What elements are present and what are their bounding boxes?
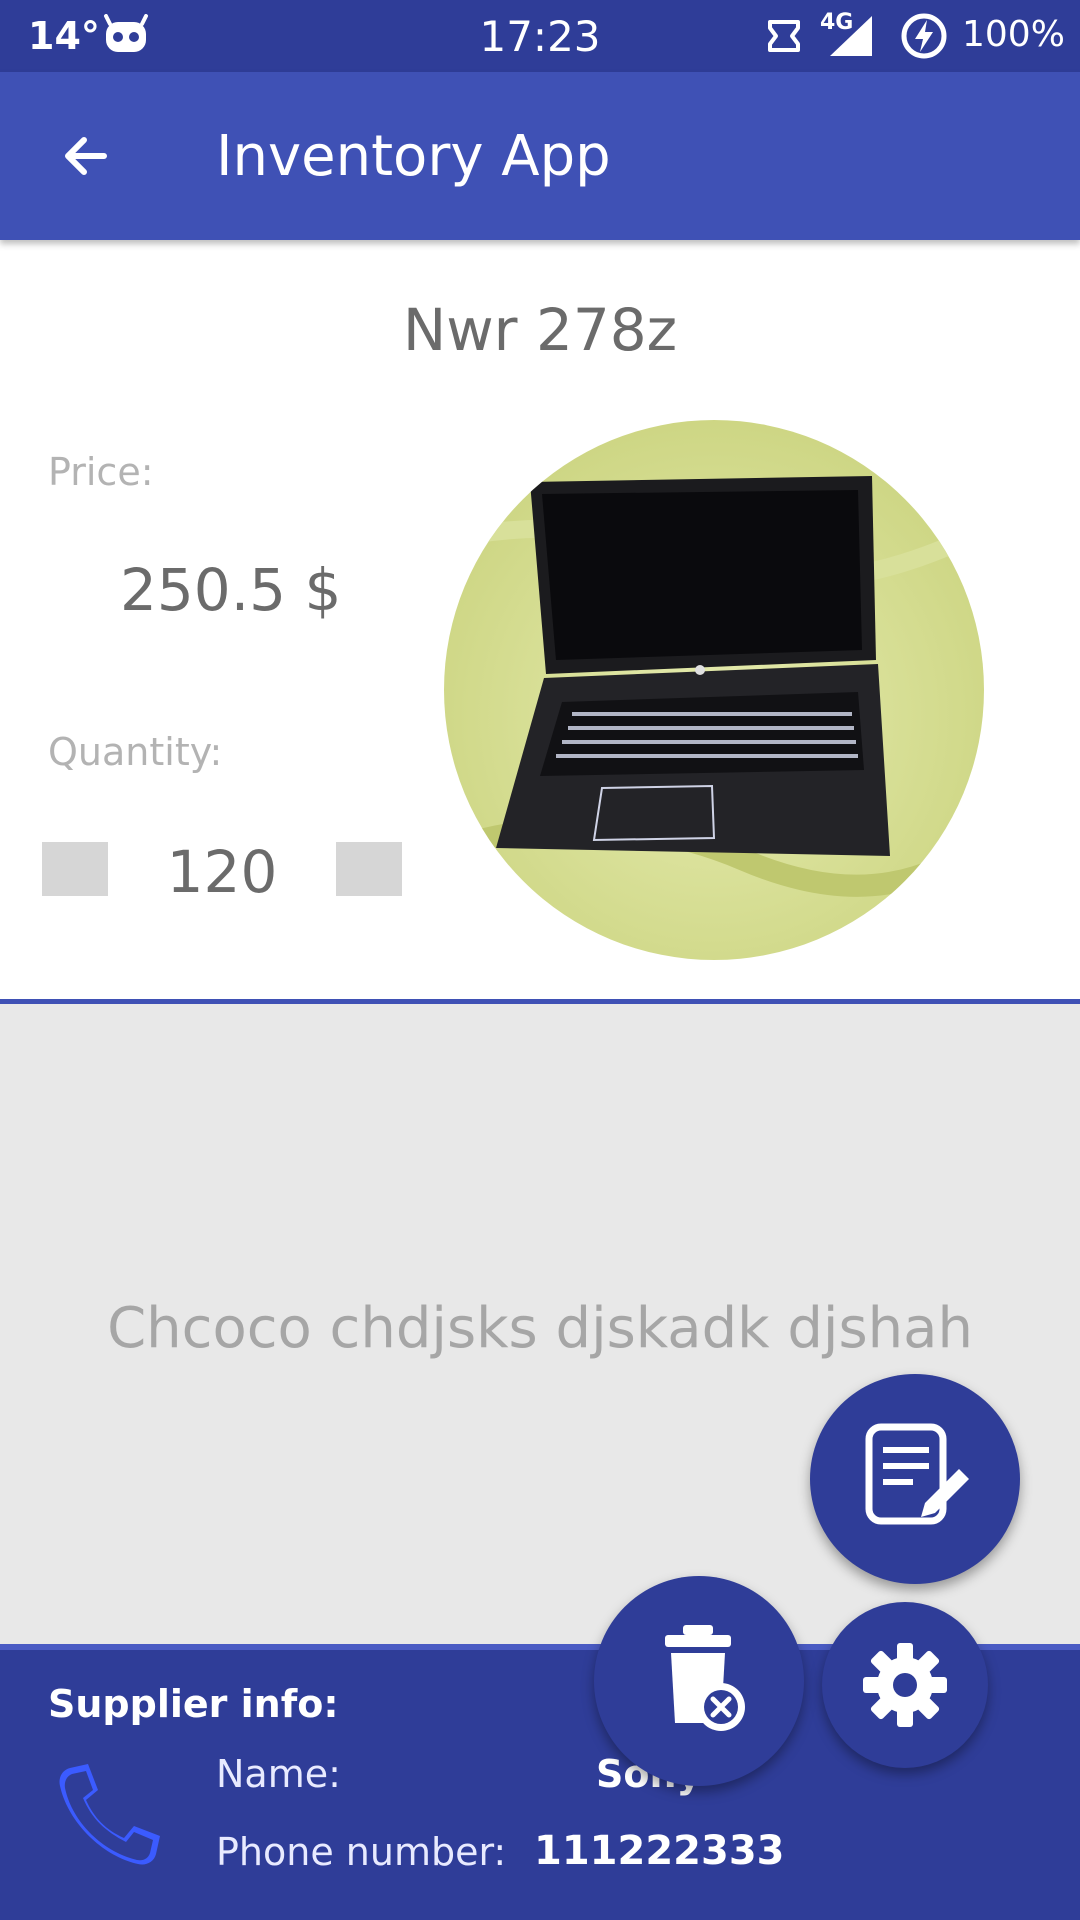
- app-bar: Inventory App: [0, 72, 1080, 240]
- product-name: Nwr 278z: [402, 296, 678, 364]
- price-value: 250.5 $: [120, 556, 342, 624]
- battery-level: 100%: [962, 14, 1065, 55]
- delete-button[interactable]: [594, 1576, 804, 1786]
- supplier-title: Supplier info:: [48, 1682, 339, 1726]
- signal-icon: [830, 16, 872, 56]
- gear-icon: [863, 1643, 947, 1727]
- supplier-name-label: Name:: [216, 1752, 341, 1796]
- edit-button[interactable]: [810, 1374, 1020, 1584]
- decrease-quantity-button[interactable]: [42, 842, 108, 896]
- quantity-label: Quantity:: [48, 730, 223, 774]
- phone-icon[interactable]: [50, 1756, 166, 1872]
- laptop-photo: [444, 420, 984, 960]
- edit-note-icon: [865, 1423, 969, 1525]
- status-bar: 14° 17:23 4G 100%: [0, 0, 1080, 72]
- increase-quantity-button[interactable]: [336, 842, 402, 896]
- arrow-back-icon[interactable]: [58, 128, 114, 184]
- delete-icon: [665, 1625, 745, 1731]
- price-label: Price:: [48, 450, 154, 494]
- settings-button[interactable]: [822, 1602, 988, 1768]
- product-image[interactable]: [444, 420, 984, 960]
- screen-rotation-icon: [768, 20, 800, 52]
- supplier-phone-label: Phone number:: [216, 1830, 507, 1874]
- battery-charging-icon: [901, 13, 947, 59]
- app-title: Inventory App: [216, 124, 611, 189]
- product-description: Chcoco chdjsks djskadk djshah: [107, 1296, 973, 1361]
- quantity-value: 120: [166, 838, 278, 906]
- supplier-phone-value[interactable]: 111222333: [534, 1828, 785, 1874]
